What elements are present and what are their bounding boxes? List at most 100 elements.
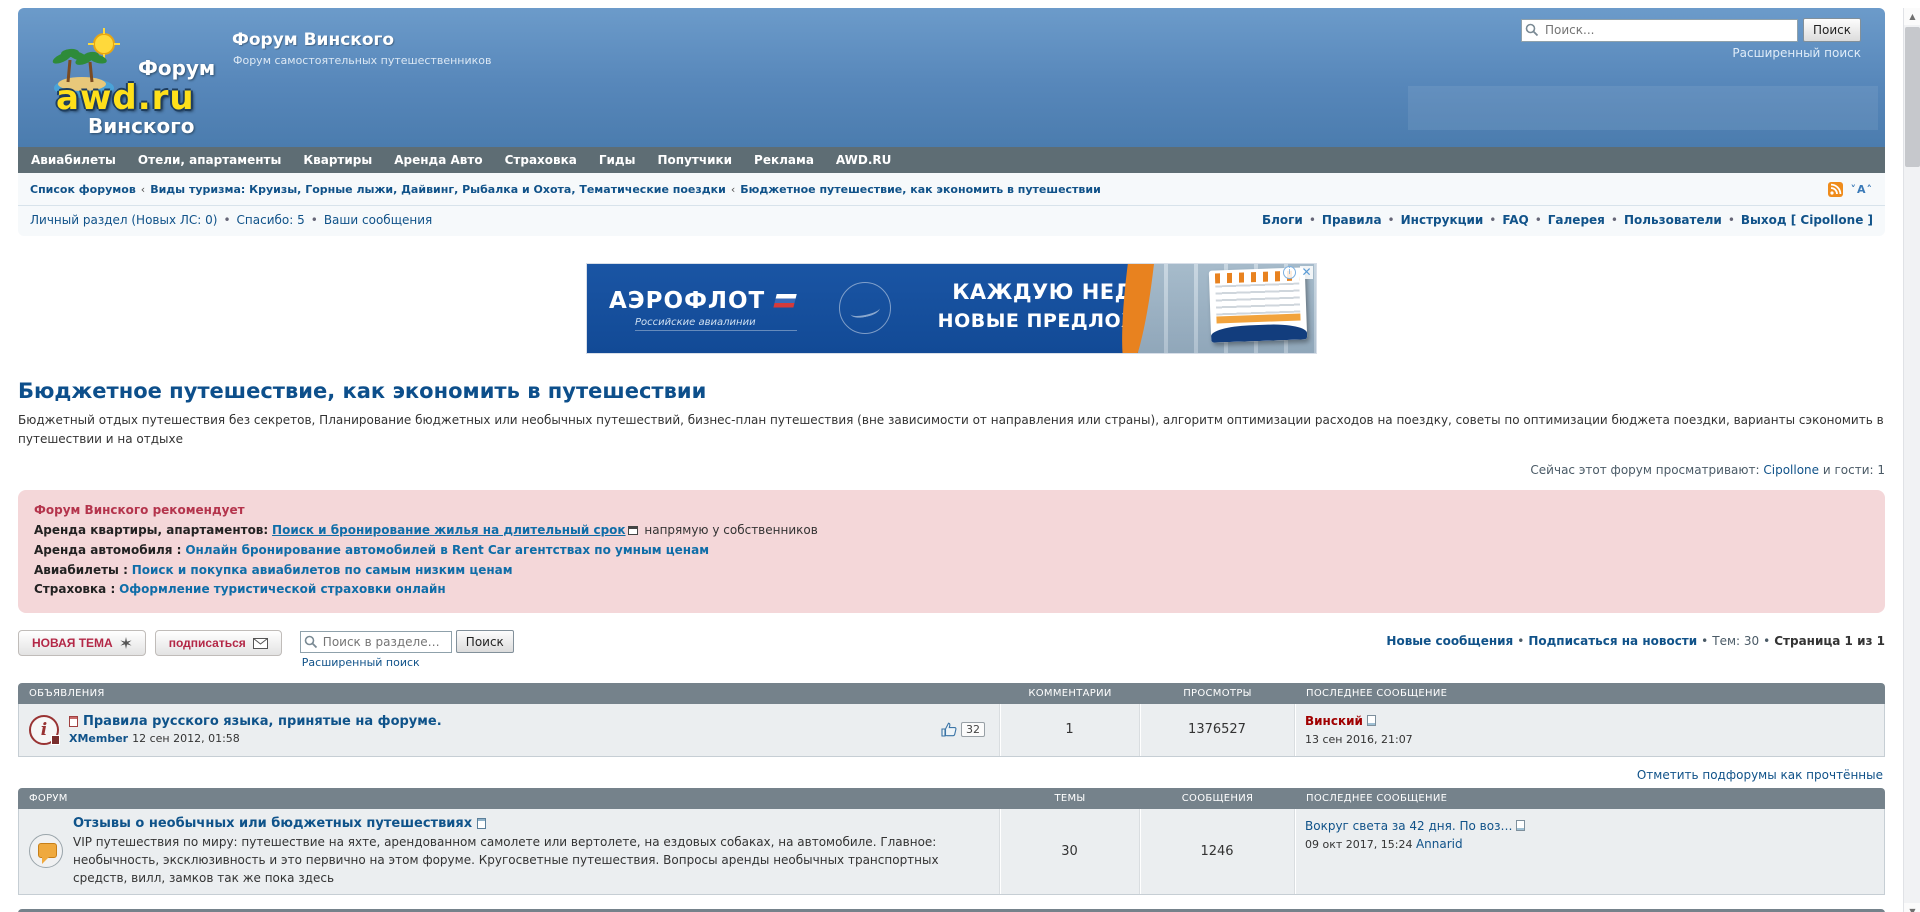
gallery-link[interactable]: Галерея xyxy=(1548,213,1605,227)
new-posts-link[interactable]: Новые сообщения xyxy=(1386,634,1513,648)
flight-search-link[interactable]: Поиск и покупка авиабилетов по самым низ… xyxy=(132,563,513,577)
personal-section-link[interactable]: Личный раздел (Новых ЛС: 0) xyxy=(30,213,217,227)
nav-item-companions[interactable]: Попутчики xyxy=(646,153,743,167)
breadcrumb-current[interactable]: Бюджетное путешествие, как экономить в п… xyxy=(740,183,1101,196)
last-post-date: 13 сен 2016, 21:07 xyxy=(1305,731,1874,748)
subscribe-button[interactable]: подписаться xyxy=(155,630,282,656)
last-post-user-link[interactable]: Винский xyxy=(1305,714,1363,728)
mark-read-row: Отметить подфорумы как прочтённые xyxy=(20,768,1883,782)
mark-subforums-read-link[interactable]: Отметить подфорумы как прочтённые xyxy=(1637,768,1883,782)
flats-booking-link[interactable]: Поиск и бронирование жилья на длительный… xyxy=(272,523,626,537)
goto-last-post-icon[interactable] xyxy=(1516,820,1525,831)
nav-item-guides[interactable]: Гиды xyxy=(588,153,647,167)
nav-item-insurance[interactable]: Страховка xyxy=(494,153,588,167)
forum-search-input[interactable] xyxy=(300,631,452,653)
rules-link[interactable]: Правила xyxy=(1322,213,1382,227)
nav-item-ads[interactable]: Реклама xyxy=(743,153,825,167)
forum-description: Бюджетный отдых путешествия без секретов… xyxy=(18,411,1885,448)
ad-close-icon[interactable]: ✕ xyxy=(1300,266,1313,279)
ad-brand-name: АЭРОФЛОТ xyxy=(609,288,765,314)
page-title[interactable]: Бюджетное путешествие, как экономить в п… xyxy=(18,379,1885,403)
breadcrumb-panel: Список форумов ‹ Виды туризма: Круизы, Гор… xyxy=(18,173,1885,236)
col-comments: КОММЕНТАРИИ xyxy=(1000,688,1140,699)
col-posts: СООБЩЕНИЯ xyxy=(1140,793,1295,804)
site-title[interactable]: Форум Винского xyxy=(232,30,394,50)
flag-icon xyxy=(771,293,797,309)
nav-item-hotels[interactable]: Отели, апартаменты xyxy=(127,153,292,167)
recommend-box: Форум Винского рекомендует Аренда кварти… xyxy=(18,490,1885,613)
likes-count: 32 xyxy=(961,722,985,737)
members-link[interactable]: Пользователи xyxy=(1624,213,1722,227)
nav-item-flats[interactable]: Квартиры xyxy=(292,153,383,167)
breadcrumb-separator: ‹ xyxy=(731,183,735,196)
instructions-link[interactable]: Инструкции xyxy=(1401,213,1484,227)
nav-item-avia[interactable]: Авиабилеты xyxy=(20,153,127,167)
recommend-row-cars: Аренда автомобиля : Онлайн бронирование … xyxy=(34,541,1869,561)
views-count: 1376527 xyxy=(1139,704,1294,756)
ad-banner[interactable]: АЭРОФЛОТ Российские авиалинии КАЖДУЮ НЕД… xyxy=(586,263,1317,354)
last-topic-link[interactable]: Вокруг света за 42 дня. По воз… xyxy=(1305,819,1512,833)
announcements-table: ОБЪЯВЛЕНИЯ КОММЕНТАРИИ ПРОСМОТРЫ ПОСЛЕДН… xyxy=(18,683,1885,757)
breadcrumb-section[interactable]: Виды туризма: Круизы, Горные лыжи, Дайви… xyxy=(150,183,726,196)
scrollbar-down-arrow[interactable]: ▼ xyxy=(1904,903,1920,912)
post-date: 12 сен 2012, 01:58 xyxy=(132,732,240,745)
forum-search-button[interactable]: Поиск xyxy=(456,630,514,653)
car-rental-link[interactable]: Онлайн бронирование автомобилей в Rent C… xyxy=(185,543,709,557)
header-search-button[interactable]: Поиск xyxy=(1803,18,1861,42)
topics-count: Тем: 30 xyxy=(1712,634,1759,648)
forum-advanced-search-link[interactable]: Расширенный поиск xyxy=(302,656,514,669)
insurance-link[interactable]: Оформление туристической страховки онлай… xyxy=(119,582,446,596)
skyteam-stamp-icon xyxy=(839,282,891,334)
col-views: ПРОСМОТРЫ xyxy=(1140,688,1295,699)
viewing-user-link[interactable]: Cipollone xyxy=(1763,463,1819,477)
breadcrumb-root[interactable]: Список форумов xyxy=(30,183,136,196)
nav-item-cars[interactable]: Аренда Авто xyxy=(383,153,493,167)
thanks-link[interactable]: Спасибо: 5 xyxy=(237,213,305,227)
announcement-title-link[interactable]: Правила русского языка, принятые на фору… xyxy=(83,714,442,729)
breadcrumb-separator: ‹ xyxy=(141,183,145,196)
scrollbar-up-arrow[interactable]: ▲ xyxy=(1904,8,1920,25)
viewing-suffix: и гости: 1 xyxy=(1823,463,1885,477)
recommend-row-insurance: Страховка : Оформление туристической стр… xyxy=(34,580,1869,600)
recommend-title: Форум Винского рекомендует xyxy=(34,501,1869,521)
breadcrumb: Список форумов ‹ Виды туризма: Круизы, Гор… xyxy=(30,183,1101,196)
blogs-link[interactable]: Блоги xyxy=(1262,213,1303,227)
col-last-post: ПОСЛЕДНЕЕ СООБЩЕНИЕ xyxy=(1295,793,1885,804)
author-link[interactable]: XMember xyxy=(69,732,128,745)
forum-row: Отзывы о необычных или бюджетных путешес… xyxy=(18,809,1885,895)
search-icon xyxy=(1525,23,1539,37)
col-topics: ТЕМЫ xyxy=(1000,793,1140,804)
scrollbar-thumb[interactable] xyxy=(1905,27,1920,167)
last-post-user-link[interactable]: Annarid xyxy=(1416,837,1463,851)
header-search-input-wrap xyxy=(1521,19,1798,42)
new-topic-button[interactable]: НОВАЯ ТЕМА xyxy=(18,630,146,656)
panel-divider xyxy=(18,205,1885,206)
last-post-date: 09 окт 2017, 15:24 xyxy=(1305,838,1412,851)
forum-doc-icon xyxy=(477,818,486,829)
subscribe-news-link[interactable]: Подписаться на новости xyxy=(1528,634,1697,648)
scrollbar[interactable]: ▲ ▼ xyxy=(1903,8,1920,912)
faq-link[interactable]: FAQ xyxy=(1502,213,1528,227)
your-posts-link[interactable]: Ваши сообщения xyxy=(324,213,432,227)
site-logo[interactable]: Форум awd.ru Винского xyxy=(46,26,231,136)
font-size-widget[interactable]: ˅A˄ xyxy=(1850,183,1873,196)
rss-feed-icon[interactable] xyxy=(1828,182,1843,197)
nav-item-awdru[interactable]: AWD.RU xyxy=(825,153,903,167)
logout-link[interactable]: Выход [ Cipollone ] xyxy=(1741,213,1873,227)
comments-count: 1 xyxy=(999,704,1139,756)
ad-brand-block: АЭРОФЛОТ Российские авиалинии xyxy=(609,288,797,331)
col-forum: ФОРУМ xyxy=(18,793,1000,804)
envelope-icon xyxy=(253,638,268,649)
header-ad-slot xyxy=(1408,86,1878,130)
goto-last-post-icon[interactable] xyxy=(1367,715,1376,726)
header-search-input[interactable] xyxy=(1521,19,1798,42)
header-search: Поиск Расширенный поиск xyxy=(1521,18,1861,60)
subforum-link[interactable]: Отзывы о необычных или бюджетных путешес… xyxy=(73,816,472,831)
recommend-row-avia: Авиабилеты : Поиск и покупка авиабилетов… xyxy=(34,561,1869,581)
thumbs-up-icon[interactable] xyxy=(941,722,957,737)
advanced-search-link[interactable]: Расширенный поиск xyxy=(1521,46,1861,60)
ad-brand-subtitle: Российские авиалинии xyxy=(635,317,797,331)
adchoices-info-icon[interactable]: i xyxy=(1283,266,1296,279)
viewing-prefix: Сейчас этот форум просматривают: xyxy=(1530,463,1759,477)
logo-word-forum: Форум xyxy=(138,56,215,80)
